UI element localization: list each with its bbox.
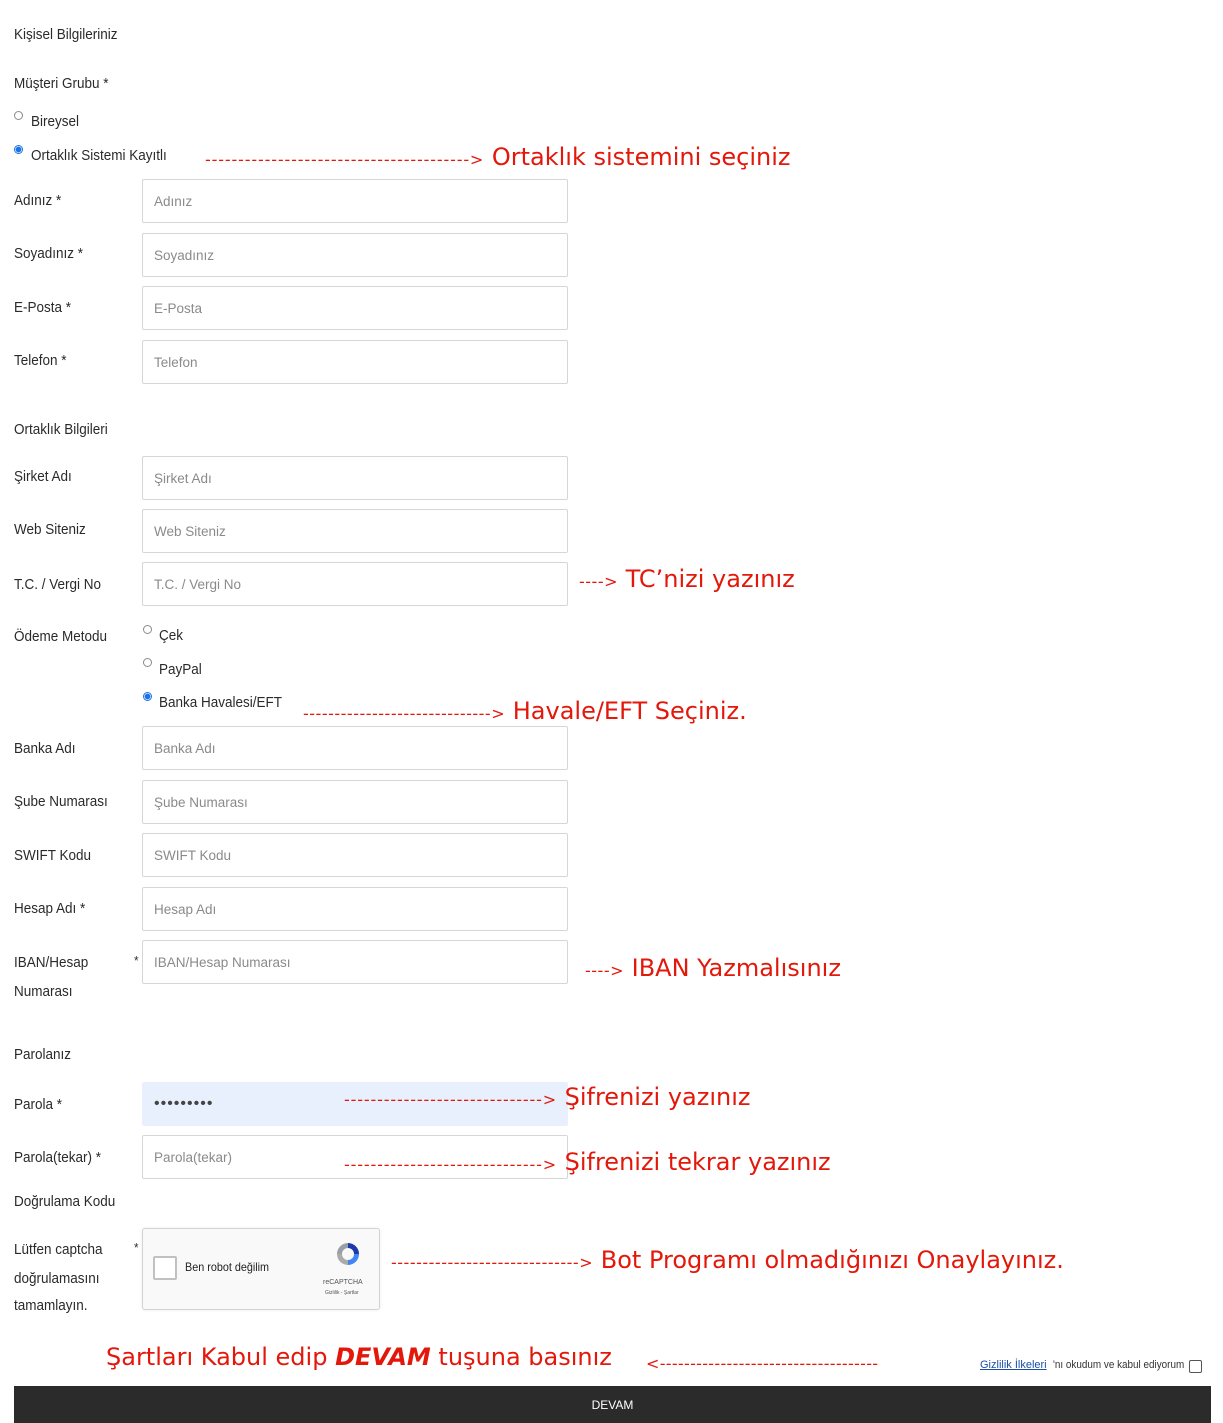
website-label: Web Siteniz <box>14 521 86 538</box>
tax-input[interactable] <box>142 562 568 606</box>
radio-bank-transfer[interactable] <box>143 692 152 701</box>
tax-label: T.C. / Vergi No <box>14 576 102 593</box>
email-label: E-Posta * <box>14 299 72 316</box>
captcha-label-line3: tamamlayın. <box>14 1297 88 1314</box>
confirm-password-label: Parola(tekar) * <box>14 1149 102 1166</box>
first-name-input[interactable] <box>142 179 568 223</box>
last-name-label: Soyadınız * <box>14 245 84 262</box>
annotation-affiliate: ----------------------------------------… <box>205 143 791 171</box>
payment-bank-label: Banka Havalesi/EFT <box>159 694 283 711</box>
terms-accept-text: 'nı okudum ve kabul ediyorum <box>1052 1359 1184 1371</box>
radio-cheque[interactable] <box>143 625 152 634</box>
iban-label-line1: IBAN/Hesap <box>14 954 89 971</box>
radio-affiliate[interactable] <box>14 145 23 154</box>
privacy-policy-link[interactable]: Gizlilik İlkeleri <box>980 1359 1047 1371</box>
swift-label: SWIFT Kodu <box>14 847 92 864</box>
payment-cheque-label: Çek <box>159 627 184 644</box>
bank-name-label: Banka Adı <box>14 740 76 757</box>
company-input[interactable] <box>142 456 568 500</box>
recaptcha-widget: Ben robot değilim reCAPTCHA Gizlilik - Ş… <box>142 1228 380 1310</box>
terms-checkbox[interactable] <box>1189 1360 1202 1373</box>
iban-label-line2: Numarası <box>14 983 73 1000</box>
recaptcha-logo-icon <box>335 1241 361 1267</box>
annotation-iban: ----> IBAN Yazmalısınız <box>585 954 841 982</box>
captcha-required-star: * <box>134 1240 139 1255</box>
iban-required-star: * <box>134 953 139 968</box>
devam-button-label: DEVAM <box>591 1397 634 1412</box>
annotation-eft: ------------------------------> Havale/E… <box>303 697 747 725</box>
annotation-bot: ------------------------------> Bot Prog… <box>391 1246 1064 1274</box>
email-input[interactable] <box>142 286 568 330</box>
website-input[interactable] <box>142 509 568 553</box>
branch-label: Şube Numarası <box>14 793 108 810</box>
annotation-tc: ----> TC’nizi yazınız <box>579 565 795 593</box>
payment-method-label: Ödeme Metodu <box>14 628 108 645</box>
account-name-input[interactable] <box>142 887 568 931</box>
option-individual-label: Bireysel <box>31 113 80 130</box>
captcha-label-line2: doğrulamasını <box>14 1270 100 1287</box>
radio-paypal[interactable] <box>143 658 152 667</box>
payment-paypal-label: PayPal <box>159 661 202 678</box>
account-name-label: Hesap Adı * <box>14 900 86 917</box>
phone-label: Telefon * <box>14 352 67 369</box>
swift-input[interactable] <box>142 833 568 877</box>
branch-input[interactable] <box>142 780 568 824</box>
recaptcha-checkbox[interactable] <box>153 1256 177 1280</box>
iban-input[interactable] <box>142 940 568 984</box>
bank-name-input[interactable] <box>142 726 568 770</box>
customer-group-label: Müşteri Grubu * <box>14 75 109 92</box>
annotation-terms: Şartları Kabul edip DEVAM tuşuna basınız <box>106 1343 612 1371</box>
affiliate-section-title: Ortaklık Bilgileri <box>14 421 108 438</box>
first-name-label: Adınız * <box>14 192 62 209</box>
devam-button[interactable]: DEVAM <box>14 1386 1211 1423</box>
radio-individual[interactable] <box>14 111 23 120</box>
recaptcha-brand: reCAPTCHA <box>323 1279 363 1286</box>
annotation-password: ------------------------------> Şifreniz… <box>344 1083 751 1111</box>
password-section-title: Parolanız <box>14 1046 72 1063</box>
option-affiliate-label: Ortaklık Sistemi Kayıtlı <box>31 147 167 164</box>
last-name-input[interactable] <box>142 233 568 277</box>
phone-input[interactable] <box>142 340 568 384</box>
recaptcha-links[interactable]: Gizlilik - Şartlar <box>325 1290 359 1296</box>
annotation-confirm-password: ------------------------------> Şifreniz… <box>344 1148 831 1176</box>
captcha-label-line1: Lütfen captcha <box>14 1241 103 1258</box>
verification-section-title: Doğrulama Kodu <box>14 1193 116 1210</box>
recaptcha-text: Ben robot değilim <box>185 1260 270 1274</box>
password-label: Parola * <box>14 1096 63 1113</box>
annotation-terms-arrow: <------------------------------------ <box>646 1354 879 1373</box>
terms-row: Gizlilik İlkeleri 'nı okudum ve kabul ed… <box>980 1359 1198 1371</box>
company-label: Şirket Adı <box>14 468 72 485</box>
personal-section-title: Kişisel Bilgileriniz <box>14 26 118 43</box>
